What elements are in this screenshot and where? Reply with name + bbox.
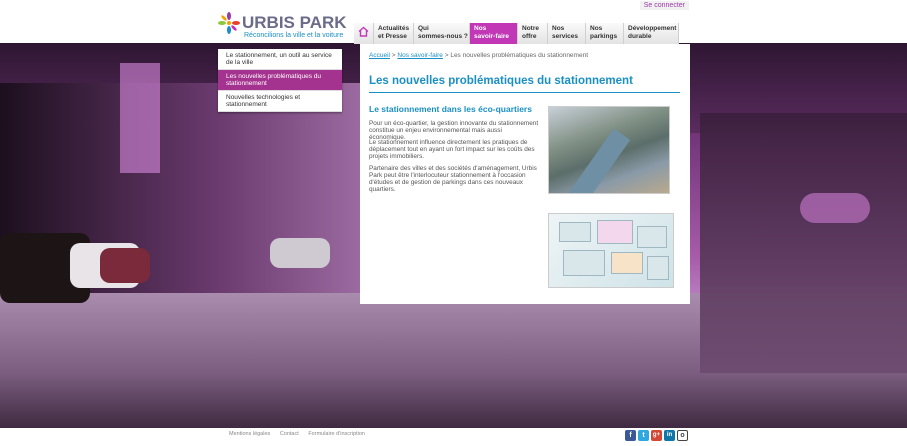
twitter-icon[interactable]: t [638, 430, 649, 441]
login-link[interactable]: Se connecter [639, 1, 689, 10]
breadcrumb-separator: > [444, 52, 449, 59]
submenu-item-nouvelles-technologies[interactable]: Nouvelles technologies et stationnement [218, 91, 342, 112]
nav-label: services [552, 33, 579, 40]
page-title: Les nouvelles problématiques du stationn… [369, 75, 633, 87]
nav-home[interactable] [354, 23, 374, 44]
nav-label: Nos [552, 25, 565, 32]
plan-block [563, 250, 605, 276]
plan-block [611, 252, 643, 274]
nav-label: Qui [418, 25, 429, 32]
main-content: Accueil > Nos savoir-faire > Les nouvell… [360, 44, 690, 304]
footer: Mentions légales Contact Formulaire d'in… [0, 428, 907, 446]
social-links: f t g+ in o [625, 430, 690, 441]
photo-car [100, 248, 150, 283]
nav-nos-parkings[interactable]: Nos parkings [586, 23, 624, 44]
nav-qui-sommes-nous[interactable]: Qui sommes-nous ? [414, 23, 470, 44]
nav-notre-offre[interactable]: Notre offre [518, 23, 548, 44]
other-social-icon[interactable]: o [677, 430, 688, 441]
photo-river [567, 128, 631, 193]
nav-label: et Presse [378, 33, 407, 40]
submenu-item-nouvelles-problematiques[interactable]: Les nouvelles problématiques du stationn… [218, 70, 342, 91]
home-icon [358, 26, 369, 37]
footer-link-inscription[interactable]: Formulaire d'inscription [308, 431, 365, 437]
footer-links: Mentions légales Contact Formulaire d'in… [229, 431, 373, 437]
plan-block [637, 226, 667, 248]
main-nav: Actualités et Presse Qui sommes-nous ? Nos… [354, 23, 679, 44]
eco-district-aerial-photo [548, 106, 670, 194]
breadcrumb: Accueil > Nos savoir-faire > Les nouvell… [369, 52, 588, 59]
plan-block [647, 256, 669, 280]
paragraph: Partenaire des villes et des sociétés d'… [369, 165, 537, 193]
submenu-item-outil-ville[interactable]: Le stationnement, un outil au service de… [218, 49, 342, 70]
paragraph: Le stationnement influence directement l… [369, 139, 535, 160]
section-submenu: Le stationnement, un outil au service de… [218, 49, 342, 112]
brand-tagline: Réconcilions la ville et la voiture [244, 32, 344, 39]
breadcrumb-current: Les nouvelles problématiques du stationn… [450, 52, 588, 59]
nav-label: sommes-nous ? [418, 33, 468, 40]
nav-developpement-durable[interactable]: Développement durable [624, 23, 679, 44]
breadcrumb-separator: > [391, 52, 396, 59]
facebook-icon[interactable]: f [625, 430, 636, 441]
brand-name: URBIS PARK [242, 13, 347, 32]
nav-actualites[interactable]: Actualités et Presse [374, 23, 414, 44]
photo-car [270, 238, 330, 268]
flower-logo-icon [218, 12, 240, 34]
plan-block [559, 222, 591, 242]
photo-light [120, 63, 160, 173]
photo-glass-doors [700, 113, 907, 373]
nav-label: Notre [522, 25, 539, 32]
eco-district-plan-illustration [548, 213, 674, 288]
breadcrumb-home[interactable]: Accueil [369, 52, 390, 59]
nav-label: offre [522, 33, 537, 40]
section-title: Le stationnement dans les éco-quartiers [369, 104, 532, 114]
plan-block [597, 220, 633, 244]
nav-label: parkings [590, 33, 618, 40]
photo-level-sign [800, 193, 870, 223]
linkedin-icon[interactable]: in [664, 430, 675, 441]
title-divider [369, 92, 680, 93]
paragraph: Pour un éco-quartier, la gestion innovan… [369, 120, 539, 141]
breadcrumb-savoir-faire[interactable]: Nos savoir-faire [397, 52, 443, 59]
urbis-park-logo[interactable]: URBIS PARK Réconcilions la ville et la v… [218, 10, 347, 42]
nav-label: Nos [474, 25, 487, 32]
nav-label: Actualités [378, 25, 410, 32]
footer-link-mentions[interactable]: Mentions légales [229, 431, 270, 437]
nav-label: Développement [628, 25, 677, 32]
nav-label: durable [628, 33, 652, 40]
footer-link-contact[interactable]: Contact [280, 431, 299, 437]
nav-label: Nos [590, 25, 603, 32]
nav-label: savoir-faire [474, 33, 510, 40]
nav-savoir-faire[interactable]: Nos savoir-faire [470, 23, 518, 44]
google-plus-icon[interactable]: g+ [651, 430, 662, 441]
nav-nos-services[interactable]: Nos services [548, 23, 586, 44]
